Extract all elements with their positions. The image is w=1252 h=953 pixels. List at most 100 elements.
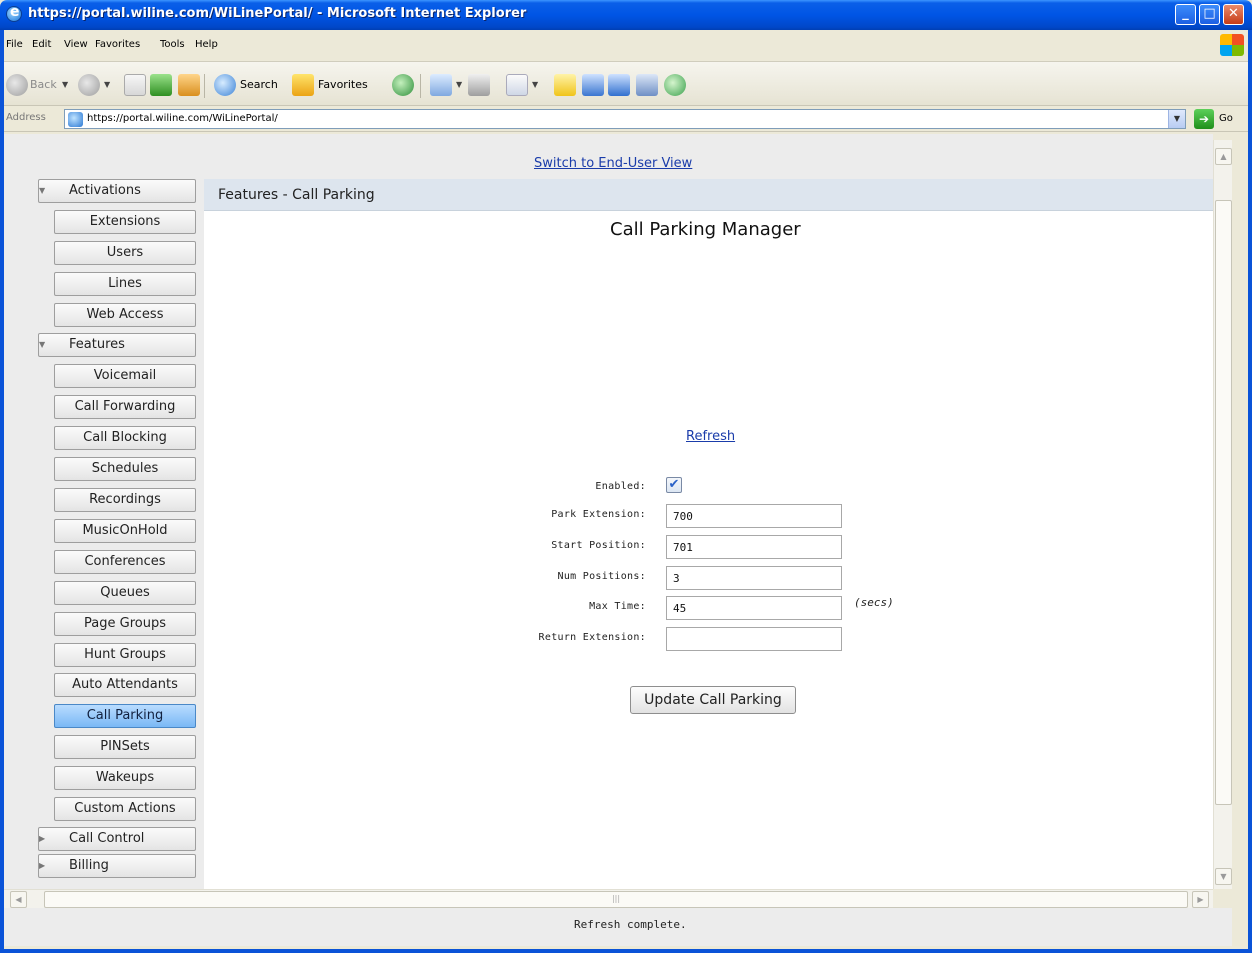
edit-word-icon[interactable] [506, 74, 528, 96]
nav-item-custom-actions[interactable]: Custom Actions [54, 797, 196, 821]
nav-item-schedules[interactable]: Schedules [54, 457, 196, 481]
back-label[interactable]: Back [30, 78, 57, 91]
page-icon [68, 112, 83, 127]
nav-item-page-groups[interactable]: Page Groups [54, 612, 196, 636]
mail-dropdown-icon[interactable]: ▼ [456, 80, 462, 89]
nav-item-queues[interactable]: Queues [54, 581, 196, 605]
nav-billing-header[interactable]: ▶ Billing [38, 854, 196, 878]
home-icon[interactable] [178, 74, 200, 96]
num-positions-label: Num Positions: [557, 571, 646, 582]
research-icon[interactable] [608, 74, 630, 96]
mail-icon[interactable] [430, 74, 452, 96]
vertical-scroll-thumb[interactable] [1215, 200, 1232, 805]
num-positions-input[interactable] [666, 566, 842, 590]
nav-item-auto-attendants[interactable]: Auto Attendants [54, 673, 196, 697]
nav-item-web-access[interactable]: Web Access [54, 303, 196, 327]
nav-item-call-forwarding[interactable]: Call Forwarding [54, 395, 196, 419]
nav-activations-label: Activations [69, 183, 141, 198]
menu-edit[interactable]: Edit [32, 39, 51, 50]
nav-item-conferences[interactable]: Conferences [54, 550, 196, 574]
return-extension-label: Return Extension: [538, 632, 646, 643]
horizontal-scrollbar[interactable]: ◀ ||| ▶ [4, 889, 1213, 908]
nav-item-music-on-hold[interactable]: MusicOnHold [54, 519, 196, 543]
enabled-label: Enabled: [595, 481, 646, 492]
nav-item-voicemail[interactable]: Voicemail [54, 364, 196, 388]
notes-icon[interactable] [554, 74, 576, 96]
search-icon[interactable] [214, 74, 236, 96]
maximize-button[interactable]: □ [1199, 4, 1220, 25]
media-icon[interactable] [636, 74, 658, 96]
collapsed-triangle-icon: ▶ [39, 834, 46, 843]
nav-item-users[interactable]: Users [54, 241, 196, 265]
nav-item-recordings[interactable]: Recordings [54, 488, 196, 512]
print-icon[interactable] [468, 74, 490, 96]
menu-bar: File Edit View Favorites Tools Help [0, 30, 1252, 62]
edit-dropdown-icon[interactable]: ▼ [532, 80, 538, 89]
window-title: https://portal.wiline.com/WiLinePortal/ … [28, 6, 527, 21]
messenger-icon[interactable] [582, 74, 604, 96]
refresh-link[interactable]: Refresh [686, 429, 735, 444]
go-arrow-icon[interactable]: ➔ [1194, 109, 1214, 129]
page-title: Call Parking Manager [610, 219, 801, 240]
windows-logo-icon [1220, 34, 1244, 56]
minimize-button[interactable]: _ [1175, 4, 1196, 25]
collapsed-triangle-icon: ▶ [39, 861, 46, 870]
address-input[interactable]: https://portal.wiline.com/WiLinePortal/ … [64, 109, 1186, 129]
max-time-input[interactable] [666, 596, 842, 620]
address-bar: Address https://portal.wiline.com/WiLine… [0, 106, 1252, 132]
nav-activations-header[interactable]: ▼ Activations [38, 179, 196, 203]
nav-item-call-blocking[interactable]: Call Blocking [54, 426, 196, 450]
back-arrow-icon[interactable] [6, 74, 28, 96]
scroll-up-icon[interactable]: ▲ [1215, 148, 1232, 165]
park-extension-label: Park Extension: [551, 509, 646, 520]
nav-item-extensions[interactable]: Extensions [54, 210, 196, 234]
vertical-scrollbar[interactable]: ▲ ▼ [1213, 140, 1232, 889]
scroll-right-icon[interactable]: ▶ [1192, 891, 1209, 908]
forward-arrow-icon[interactable] [78, 74, 100, 96]
scroll-down-icon[interactable]: ▼ [1215, 868, 1232, 885]
enabled-checkbox[interactable]: ✔ [666, 477, 682, 493]
nav-billing-label: Billing [69, 858, 109, 873]
start-position-input[interactable] [666, 535, 842, 559]
expanded-triangle-icon: ▼ [39, 186, 46, 195]
window-frame-bottom [0, 949, 1252, 953]
park-extension-input[interactable] [666, 504, 842, 528]
forward-dropdown-icon[interactable]: ▼ [104, 80, 110, 89]
breadcrumb: Features - Call Parking [218, 187, 375, 203]
history-icon[interactable] [392, 74, 414, 96]
menu-file[interactable]: File [6, 39, 23, 50]
window-frame-right [1248, 30, 1252, 953]
nav-item-lines[interactable]: Lines [54, 272, 196, 296]
nav-features-label: Features [69, 337, 125, 352]
menu-tools[interactable]: Tools [160, 39, 185, 50]
horizontal-scroll-thumb[interactable]: ||| [44, 891, 1188, 908]
nav-item-wakeups[interactable]: Wakeups [54, 766, 196, 790]
switch-view-link[interactable]: Switch to End-User View [534, 156, 692, 171]
contacts-icon[interactable] [664, 74, 686, 96]
favorites-label[interactable]: Favorites [318, 78, 368, 91]
refresh-icon[interactable] [150, 74, 172, 96]
favorites-star-icon[interactable] [292, 74, 314, 96]
go-label[interactable]: Go [1219, 113, 1233, 124]
nav-item-hunt-groups[interactable]: Hunt Groups [54, 643, 196, 667]
address-url[interactable]: https://portal.wiline.com/WiLinePortal/ [87, 113, 278, 124]
nav-features-header[interactable]: ▼ Features [38, 333, 196, 357]
start-position-label: Start Position: [551, 540, 646, 551]
back-dropdown-icon[interactable]: ▼ [62, 80, 68, 89]
menu-favorites[interactable]: Favorites [95, 39, 140, 50]
scroll-left-icon[interactable]: ◀ [10, 891, 27, 908]
panel-header: Features - Call Parking [204, 179, 1213, 211]
nav-call-control-header[interactable]: ▶ Call Control [38, 827, 196, 851]
nav-item-pinsets[interactable]: PINSets [54, 735, 196, 759]
close-button[interactable]: ✕ [1223, 4, 1244, 25]
menu-view[interactable]: View [64, 39, 88, 50]
menu-help[interactable]: Help [195, 39, 218, 50]
address-dropdown-icon[interactable]: ▼ [1168, 110, 1185, 128]
expanded-triangle-icon: ▼ [39, 340, 46, 349]
stop-icon[interactable] [124, 74, 146, 96]
search-label[interactable]: Search [240, 78, 278, 91]
status-text: Refresh complete. [574, 918, 687, 931]
return-extension-input[interactable] [666, 627, 842, 651]
nav-item-call-parking[interactable]: Call Parking [54, 704, 196, 728]
update-call-parking-button[interactable]: Update Call Parking [630, 686, 796, 714]
